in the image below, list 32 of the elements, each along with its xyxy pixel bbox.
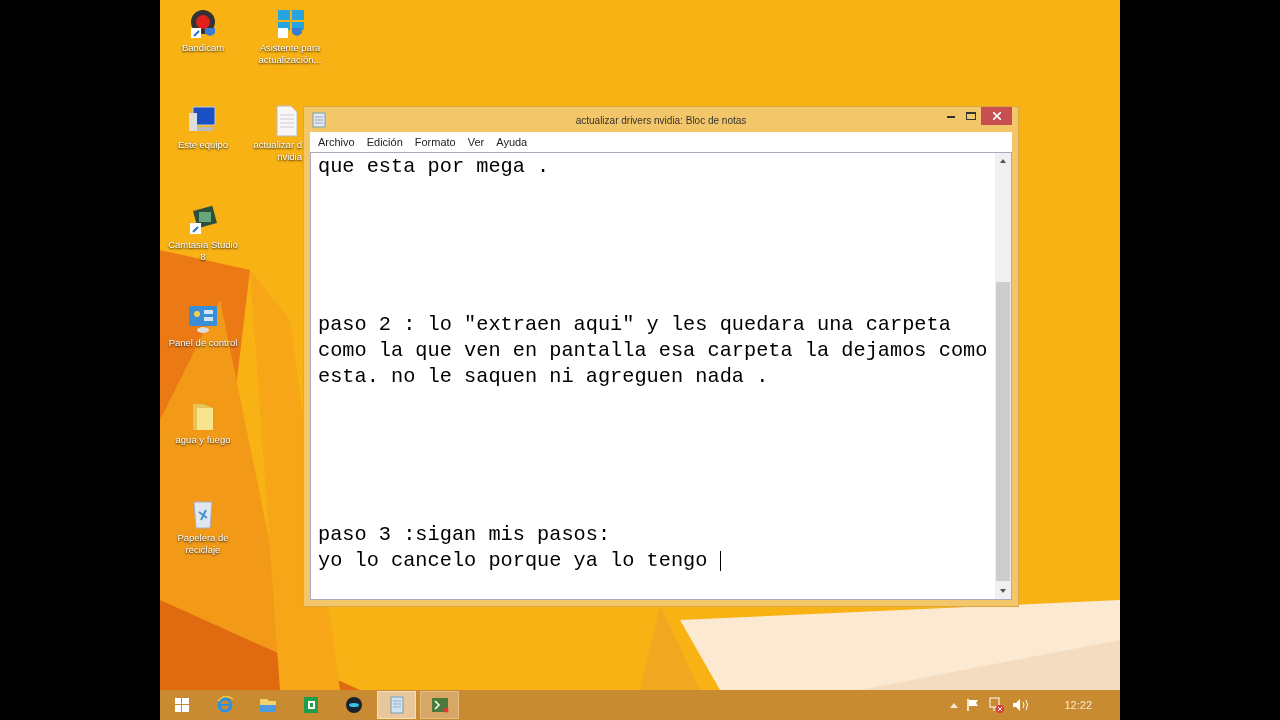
browser-icon (214, 695, 235, 715)
close-icon (992, 112, 1001, 120)
desktop-icon-label[interactable]: actualizar d nvidia (253, 139, 302, 163)
menu-item[interactable]: Ver (461, 133, 491, 151)
window-title: actualizar drivers nvidia: Bloc de notas (574, 114, 748, 128)
scrollbar[interactable] (995, 153, 1011, 599)
desktop-icon-label[interactable]: Este equipo (177, 139, 229, 151)
terminal-icon (429, 695, 450, 715)
menu-item[interactable]: Formato (408, 133, 462, 151)
clock[interactable]: 12:22 (1064, 696, 1092, 714)
desktop-icon-label[interactable]: Papelera de reciclaje (177, 532, 229, 556)
desktop-icon-label[interactable]: Bandicam (181, 42, 225, 54)
film-icon[interactable] (187, 205, 219, 237)
minimize-icon (947, 114, 955, 118)
control-panel-icon[interactable] (187, 303, 219, 335)
notepad-icon (312, 111, 326, 128)
scrollbar-thumb[interactable] (996, 282, 1010, 581)
volume-icon[interactable] (1012, 698, 1031, 712)
desktop-icon-label[interactable]: Camtasia Studio 8 (168, 239, 238, 263)
taskbar-button[interactable] (420, 691, 459, 719)
network-error-icon[interactable] (988, 697, 1005, 713)
show-hidden-icons-icon[interactable] (950, 702, 959, 708)
desktop-icon-label[interactable]: agua y fuego (175, 434, 231, 446)
desktop-icon-label[interactable]: Asistente para actualización... (258, 42, 322, 66)
menu-item[interactable]: Archivo (312, 133, 361, 151)
emulator-icon (343, 695, 364, 715)
menu-item[interactable]: Edición (360, 133, 409, 151)
close-button[interactable] (981, 107, 1012, 125)
desktop-icon-label[interactable]: Panel de control (168, 337, 238, 349)
menu-item[interactable]: Ayuda (490, 133, 534, 151)
flag-icon[interactable] (966, 698, 981, 712)
maximize-icon (966, 112, 976, 120)
